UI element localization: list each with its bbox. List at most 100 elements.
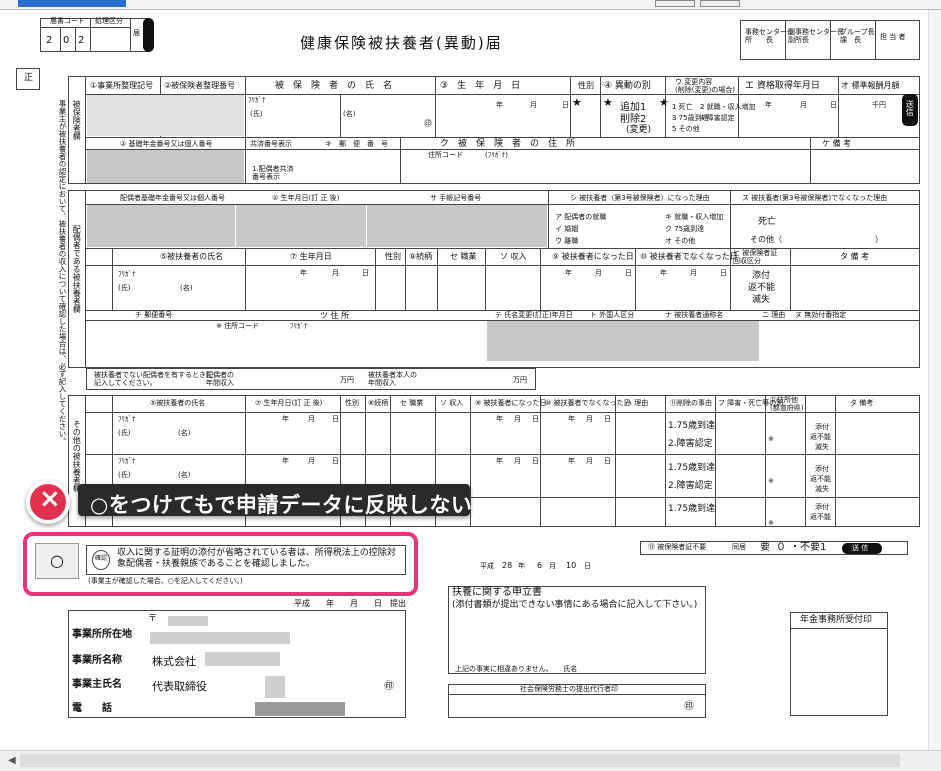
add-option[interactable]: 追加1 (620, 103, 646, 113)
death-option: 死亡 (758, 217, 777, 227)
row2-age75[interactable]: 1.75歳到達 (668, 464, 715, 473)
spouse-kana: ﾌﾘｶﾞﾅ (118, 270, 136, 278)
spouse-biko-label: タ 備 考 (840, 252, 870, 261)
spouse-ni-label: ニ 理由 (762, 311, 786, 319)
code-digit-2[interactable]: 0 (63, 36, 69, 46)
kyosai-note: 1.配偶者共済 番号表示 (252, 165, 294, 182)
reason-right-2: ク 75歳到達 (665, 225, 705, 233)
spouse-mei: (名) (180, 284, 193, 292)
row2-month: 月 (308, 457, 315, 465)
spouse-nenkin-label: 配偶者基礎年金番号又は個人番号 (120, 194, 225, 202)
company-name[interactable]: 株式会社 (152, 656, 196, 667)
card-unneeded: ⑬ 被保険者証不要 (648, 543, 707, 551)
confirm-check-button[interactable]: ○ (35, 543, 79, 579)
scroll-left-icon[interactable]: ◀ (8, 755, 16, 766)
sho-label: 正 (24, 73, 34, 83)
active-tab-indicator[interactable] (18, 0, 126, 7)
spouse-birth-input[interactable] (236, 205, 366, 247)
redacted-phone (255, 702, 345, 716)
row1-shi: (氏) (118, 429, 131, 437)
reason-left-1: ア 配偶者の就職 (555, 213, 607, 221)
date-year[interactable]: 28 (502, 562, 512, 570)
spouse-nu-label: ヌ 無効付番指定 (795, 311, 847, 319)
horizontal-scrollbar[interactable]: ◀ (0, 750, 941, 771)
row1-age75[interactable]: 1.75歳到達 (668, 422, 715, 431)
row3-age75[interactable]: 1.75歳到達 (668, 505, 715, 514)
spouse-became-label: ⑨ 被扶養者になった日 (552, 252, 634, 261)
code-digit-3[interactable]: 2 (78, 36, 84, 46)
row2-attach: 添付 (815, 465, 829, 473)
nenkin-input[interactable] (87, 150, 244, 183)
one-label[interactable]: 1 (820, 543, 826, 553)
col-sex: 性別 (578, 81, 594, 90)
rep-name[interactable]: 代表取締役 (152, 681, 207, 692)
other-income-label: ソ 収入 (440, 399, 464, 407)
row1-unable: 返不能 (810, 433, 831, 441)
scroll-thumb[interactable] (20, 754, 900, 767)
applicant-section-label: 被保険者欄 (72, 100, 82, 140)
row1-b-year: 年 (496, 415, 503, 423)
redacted-postal (168, 616, 208, 626)
spouse-namechg-input[interactable] (487, 321, 759, 361)
row1-kana: ﾌﾘｶﾞﾅ (118, 415, 136, 423)
spouse-income-label2: 配偶者の 年間収入 (206, 371, 234, 387)
spouse-attach: 添付 (752, 271, 771, 281)
change-star: ★ (603, 96, 613, 109)
code-digit-1[interactable]: 2 (46, 36, 52, 46)
ins-income-label: 被扶養者本人の 年間収入 (368, 371, 417, 387)
spouse-nenkin-input[interactable] (87, 205, 235, 247)
col-insured-no: ②被保険者整理番号 (164, 81, 236, 90)
spouse-hand-input[interactable] (367, 205, 547, 247)
change-opt-5: 5 その他 (672, 125, 700, 133)
other-job-label: セ 職業 (400, 399, 424, 407)
shi-label: (氏) (250, 110, 263, 118)
spouse-namechg-label: テ 氏名変更(訂正)年月日 (495, 311, 573, 319)
spouse-birth2-label: ⑦ 生年月日 (290, 252, 332, 261)
date-era: 平成 (480, 562, 494, 570)
row1-disability[interactable]: 2.障害認定 (668, 440, 713, 449)
spouse-ceased-label: ⑩ 被扶養者でなくなった日 (640, 252, 738, 261)
sex-star: ★ (572, 96, 582, 109)
spouse-unable: 返不能 (748, 283, 776, 293)
row1-lost: 滅失 (815, 443, 829, 451)
approval-3: グループ長 課 長 (840, 28, 875, 45)
row1-mei: (名) (178, 429, 191, 437)
sp-became-month: 月 (595, 269, 602, 277)
redacted-rep (265, 676, 285, 698)
need-label: 要 (760, 542, 770, 553)
sharoushi-stamp: ㊞ (684, 701, 694, 712)
vertical-scrollbar[interactable] (928, 10, 941, 750)
row3-kome: ※ (768, 519, 774, 527)
row1-c-day: 日 (604, 415, 611, 423)
spouse-job-label: セ 職業 (450, 252, 477, 261)
delete-option[interactable]: 削除2 (620, 115, 646, 125)
biko-label: ケ 備 考 (822, 139, 852, 148)
man-yen-2: 万円 (513, 376, 527, 384)
row1-attach: 添付 (815, 423, 829, 431)
row2-shi: (氏) (118, 471, 131, 479)
reason-left-2: イ 婚姻 (555, 225, 579, 233)
close-icon: × (39, 484, 61, 514)
date-d: 日 (584, 562, 591, 570)
row1-b-month: 月 (514, 415, 521, 423)
petition-sub: (添付書類が提出できない事情にある場合に記入して下さい。) (452, 600, 698, 610)
other-residence-label: ⑫住所他 (都道府県) (770, 396, 804, 412)
kyosai-label: 共済番号表示 (250, 140, 292, 148)
row2-disability[interactable]: 2.障害認定 (668, 482, 713, 491)
row2-c-year: 年 (568, 457, 575, 465)
spouse-day: 日 (362, 269, 369, 277)
zero-label[interactable]: ０ (776, 543, 786, 553)
date-month[interactable]: 6 (537, 562, 542, 570)
col-office-code: ①事業所整理記号 (90, 81, 154, 90)
office-code-input[interactable] (87, 95, 244, 136)
salary-unit: 千円 (872, 101, 886, 109)
toolbar-button[interactable] (700, 0, 740, 7)
row1-c-year: 年 (568, 415, 575, 423)
phone-label: 電 話 (72, 703, 112, 714)
date-day[interactable]: 10 (566, 562, 576, 570)
address-label: ク 被 保 険 者 の 住 所 (440, 139, 576, 149)
row1-month: 月 (308, 415, 315, 423)
date-m: 月 (549, 562, 556, 570)
toolbar-button[interactable] (655, 0, 695, 7)
row2-year: 年 (282, 457, 289, 465)
